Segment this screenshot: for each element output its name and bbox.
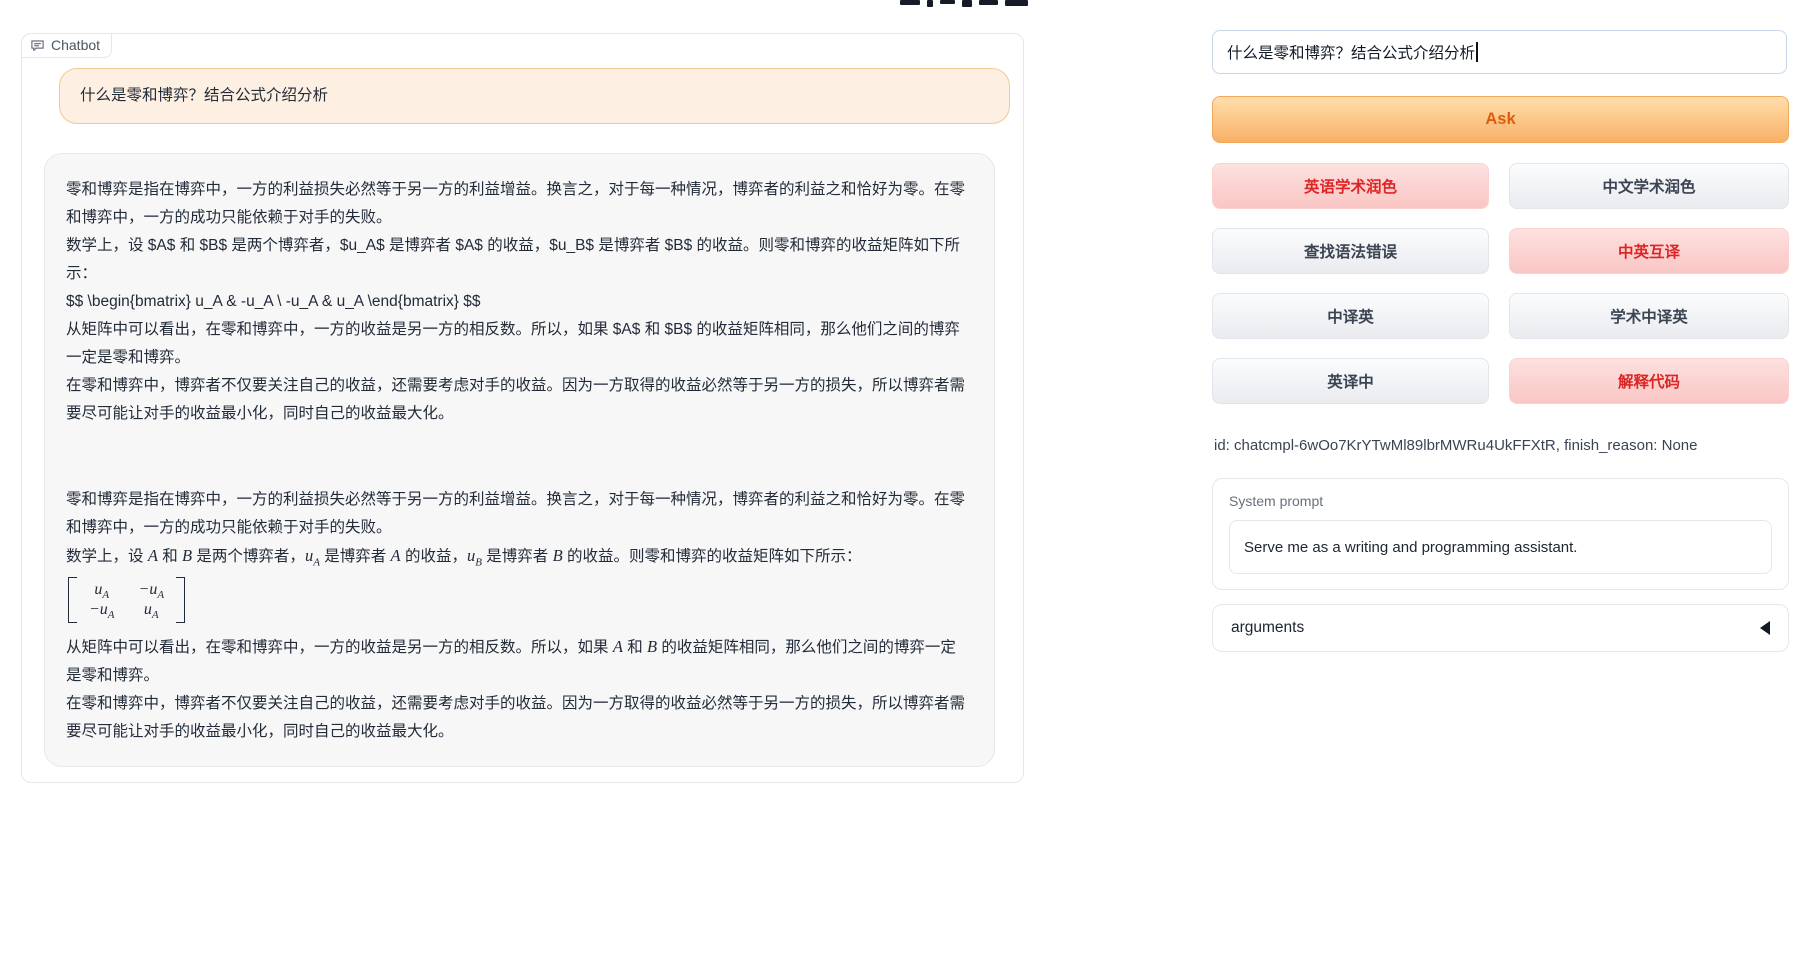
payoff-matrix: uA−uA−uAuA	[68, 577, 185, 623]
system-prompt-value: Serve me as a writing and programming as…	[1244, 539, 1577, 556]
quick-button-explain-code[interactable]: 解释代码	[1509, 358, 1789, 404]
chatbot-panel: Chatbot 什么是零和博弈？结合公式介绍分析 零和博弈是指在博弈中，一方的利…	[21, 33, 1024, 783]
bot-message-raw-latex: 零和博弈是指在博弈中，一方的利益损失必然等于另一方的利益增益。换言之，对于每一种…	[66, 176, 968, 428]
user-message: 什么是零和博弈？结合公式介绍分析	[59, 68, 1010, 124]
system-prompt-group: System prompt Serve me as a writing and …	[1212, 478, 1789, 590]
quick-button-chinese-academic-polish[interactable]: 中文学术润色	[1509, 163, 1789, 209]
arguments-accordion[interactable]: arguments	[1212, 604, 1789, 652]
quick-button-academic-zh-to-en[interactable]: 学术中译英	[1509, 293, 1789, 339]
title-fragment	[962, 0, 972, 7]
quick-button-find-grammar-errors[interactable]: 查找语法错误	[1212, 228, 1489, 274]
collapse-left-arrow-icon	[1760, 621, 1770, 635]
bot-rendered-paragraph: 零和博弈是指在博弈中，一方的利益损失必然等于另一方的利益增益。换言之，对于每一种…	[66, 486, 968, 542]
system-prompt-input[interactable]: Serve me as a writing and programming as…	[1229, 520, 1772, 574]
system-prompt-label: System prompt	[1229, 493, 1772, 509]
quick-button-zh-to-en[interactable]: 中译英	[1212, 293, 1489, 339]
question-input-text: 什么是零和博弈？结合公式介绍分析	[1227, 41, 1475, 63]
title-fragment	[900, 0, 920, 5]
bot-message: 零和博弈是指在博弈中，一方的利益损失必然等于另一方的利益增益。换言之，对于每一种…	[44, 153, 995, 767]
quick-buttons: 英语学术润色中文学术润色查找语法错误中英互译中译英学术中译英英译中解释代码	[1212, 163, 1789, 404]
speech-bubble-icon	[30, 38, 45, 53]
completion-status-line: id: chatcmpl-6wOo7KrYTwMl89lbrMWRu4UkFFX…	[1214, 437, 1698, 454]
user-message-text: 什么是零和博弈？结合公式介绍分析	[80, 87, 328, 104]
quick-button-english-academic-polish[interactable]: 英语学术润色	[1212, 163, 1489, 209]
title-fragment	[940, 0, 955, 4]
control-column: 什么是零和博弈？结合公式介绍分析 Ask 英语学术润色中文学术润色查找语法错误中…	[1212, 0, 1789, 961]
bot-message-rendered: 零和博弈是指在博弈中，一方的利益损失必然等于另一方的利益增益。换言之，对于每一种…	[66, 486, 968, 746]
arguments-accordion-label: arguments	[1231, 619, 1304, 637]
chatbot-label: Chatbot	[21, 33, 112, 58]
title-fragment	[979, 0, 998, 5]
bot-rendered-paragraph: 从矩阵中可以看出，在零和博弈中，一方的收益是另一方的相反数。所以，如果 A 和 …	[66, 633, 968, 690]
bot-rendered-paragraph: 数学上，设 A 和 B 是两个博弈者，uA 是博弈者 A 的收益，uB 是博弈者…	[66, 542, 968, 571]
title-fragment	[1005, 0, 1028, 6]
bot-rendered-paragraph: 在零和博弈中，博弈者不仅要关注自己的收益，还需要考虑对手的收益。因为一方取得的收…	[66, 690, 968, 746]
question-input[interactable]: 什么是零和博弈？结合公式介绍分析	[1212, 30, 1787, 74]
clipped-page-title	[900, 0, 1032, 8]
quick-button-en-to-zh[interactable]: 英译中	[1212, 358, 1489, 404]
text-cursor	[1476, 42, 1478, 62]
chatbot-label-text: Chatbot	[51, 37, 100, 53]
ask-button[interactable]: Ask	[1212, 96, 1789, 143]
quick-button-zh-en-mutual-translation[interactable]: 中英互译	[1509, 228, 1789, 274]
title-fragment	[927, 0, 933, 7]
chat-messages[interactable]: 什么是零和博弈？结合公式介绍分析 零和博弈是指在博弈中，一方的利益损失必然等于另…	[44, 68, 1010, 772]
